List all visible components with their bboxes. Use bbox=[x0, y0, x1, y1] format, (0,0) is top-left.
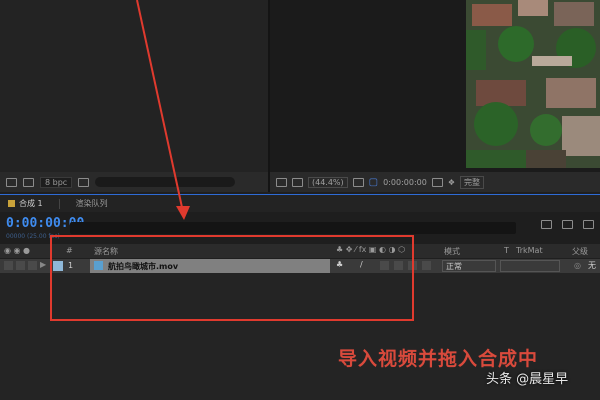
watermark-text: 头条 @晨星早 bbox=[486, 372, 569, 387]
annotation-arrow-line bbox=[136, 0, 184, 213]
annotation-text: 导入视频并拖入合成中 bbox=[338, 348, 539, 370]
annotation-overlay bbox=[50, 0, 414, 321]
annotation-box bbox=[50, 235, 414, 321]
annotation-arrowhead bbox=[176, 206, 190, 220]
